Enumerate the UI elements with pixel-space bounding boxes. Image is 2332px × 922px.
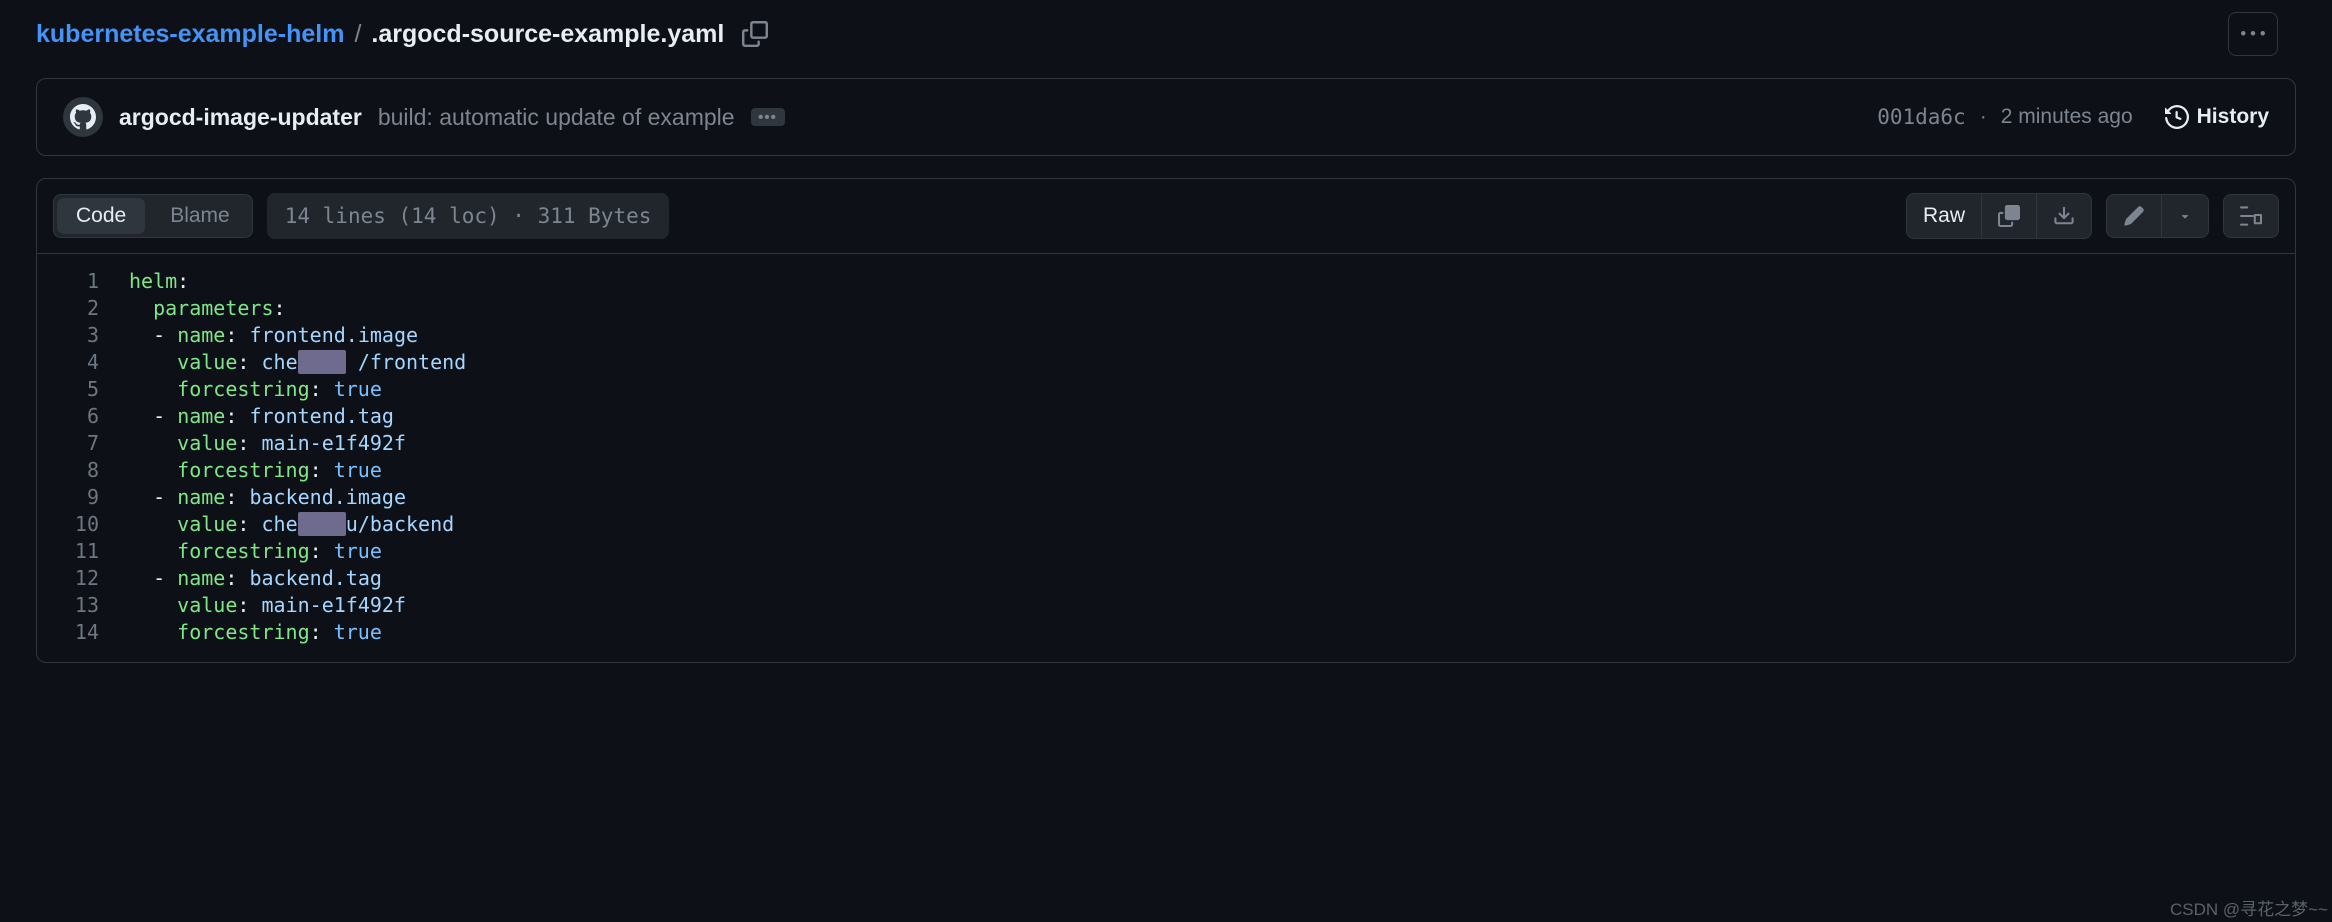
breadcrumb: kubernetes-example-helm / .argocd-source… (0, 12, 2332, 78)
code-content: value: che████ /frontend (129, 349, 466, 376)
code-line: 8 forcestring: true (37, 457, 2295, 484)
code-line: 5 forcestring: true (37, 376, 2295, 403)
download-icon (2053, 205, 2075, 227)
code-line: 3 - name: frontend.image (37, 322, 2295, 349)
code-line: 10 value: che████u/backend (37, 511, 2295, 538)
raw-button[interactable]: Raw (1907, 194, 1981, 238)
code-line: 7 value: main-e1f492f (37, 430, 2295, 457)
kebab-icon (2241, 22, 2265, 46)
code-line: 12 - name: backend.tag (37, 565, 2295, 592)
edit-button[interactable] (2107, 195, 2161, 237)
file-name: .argocd-source-example.yaml (371, 20, 724, 49)
commit-box: argocd-image-updater build: automatic up… (36, 78, 2296, 156)
line-number[interactable]: 3 (37, 322, 129, 349)
commit-author[interactable]: argocd-image-updater (119, 104, 362, 131)
code-area[interactable]: 1helm:2 parameters:3 - name: frontend.im… (37, 254, 2295, 662)
commit-message[interactable]: build: automatic update of example (378, 104, 735, 131)
line-number[interactable]: 5 (37, 376, 129, 403)
github-icon (70, 104, 96, 130)
breadcrumb-sep: / (354, 20, 361, 49)
code-content: - name: backend.tag (129, 565, 382, 592)
line-number[interactable]: 13 (37, 592, 129, 619)
file-viewer: Code Blame 14 lines (14 loc) · 311 Bytes… (36, 178, 2296, 663)
code-line: 6 - name: frontend.tag (37, 403, 2295, 430)
copy-icon (742, 21, 768, 47)
code-line: 9 - name: backend.image (37, 484, 2295, 511)
line-number[interactable]: 8 (37, 457, 129, 484)
symbols-group (2223, 194, 2279, 238)
edit-dropdown-button[interactable] (2161, 195, 2208, 237)
code-content: - name: backend.image (129, 484, 406, 511)
code-content: - name: frontend.image (129, 322, 418, 349)
view-toggle: Code Blame (53, 194, 253, 238)
line-number[interactable]: 7 (37, 430, 129, 457)
download-button[interactable] (2036, 194, 2091, 238)
copy-icon (1998, 205, 2020, 227)
code-content: value: che████u/backend (129, 511, 454, 538)
code-content: forcestring: true (129, 376, 382, 403)
line-number[interactable]: 12 (37, 565, 129, 592)
line-number[interactable]: 10 (37, 511, 129, 538)
code-line: 14 forcestring: true (37, 619, 2295, 646)
code-line: 13 value: main-e1f492f (37, 592, 2295, 619)
watermark: CSDN @寻花之梦~~ (2170, 895, 2328, 920)
raw-group: Raw (1906, 193, 2092, 239)
code-content: - name: frontend.tag (129, 403, 394, 430)
dot-sep: · (1980, 105, 1987, 129)
copy-path-button[interactable] (742, 21, 768, 47)
code-line: 2 parameters: (37, 295, 2295, 322)
more-options-button[interactable] (2228, 12, 2278, 56)
code-content: value: main-e1f492f (129, 592, 406, 619)
code-content: forcestring: true (129, 619, 382, 646)
code-line: 4 value: che████ /frontend (37, 349, 2295, 376)
line-number[interactable]: 2 (37, 295, 129, 322)
copy-raw-button[interactable] (1981, 194, 2036, 238)
repo-link[interactable]: kubernetes-example-helm (36, 20, 344, 49)
commit-expand-button[interactable]: ••• (751, 108, 785, 126)
code-line: 1helm: (37, 268, 2295, 295)
history-icon (2165, 105, 2189, 129)
code-line: 11 forcestring: true (37, 538, 2295, 565)
triangle-down-icon (2178, 209, 2192, 223)
line-number[interactable]: 9 (37, 484, 129, 511)
line-number[interactable]: 1 (37, 268, 129, 295)
edit-group (2106, 194, 2209, 238)
history-label: History (2197, 105, 2269, 129)
line-number[interactable]: 11 (37, 538, 129, 565)
commit-sha[interactable]: 001da6c (1877, 105, 1966, 129)
symbols-button[interactable] (2224, 195, 2278, 237)
code-content: forcestring: true (129, 457, 382, 484)
symbols-icon (2240, 205, 2262, 227)
code-content: value: main-e1f492f (129, 430, 406, 457)
code-content: parameters: (129, 295, 286, 322)
avatar[interactable] (63, 97, 103, 137)
history-link[interactable]: History (2165, 105, 2269, 129)
line-number[interactable]: 14 (37, 619, 129, 646)
line-number[interactable]: 6 (37, 403, 129, 430)
file-meta: 14 lines (14 loc) · 311 Bytes (267, 193, 670, 239)
code-content: forcestring: true (129, 538, 382, 565)
tab-blame[interactable]: Blame (148, 195, 252, 237)
code-content: helm: (129, 268, 189, 295)
pencil-icon (2123, 205, 2145, 227)
file-toolbar: Code Blame 14 lines (14 loc) · 311 Bytes… (37, 179, 2295, 254)
line-number[interactable]: 4 (37, 349, 129, 376)
tab-code[interactable]: Code (57, 198, 145, 234)
commit-time: 2 minutes ago (2001, 105, 2133, 129)
